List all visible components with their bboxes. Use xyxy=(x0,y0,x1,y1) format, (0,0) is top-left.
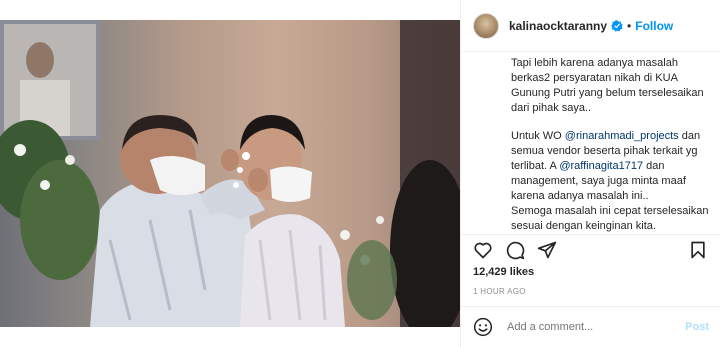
heart-icon[interactable] xyxy=(473,240,493,260)
follow-button[interactable]: Follow xyxy=(635,19,673,33)
post-photo-illustration xyxy=(0,20,460,327)
mention-link-rinarahmadi[interactable]: @rinarahmadi_projects xyxy=(565,130,679,142)
comment-icon[interactable] xyxy=(505,240,525,260)
post-caption: Tapi lebih karena adanya masalah berkas2… xyxy=(511,56,719,234)
mention-link-raffinagita[interactable]: @raffinagita1717 xyxy=(559,160,643,172)
username-link[interactable]: kalinaocktaranny xyxy=(509,19,607,33)
save-button[interactable] xyxy=(688,240,708,260)
caption-paragraph-1: Tapi lebih karena adanya masalah berkas2… xyxy=(511,57,704,114)
comment-box: Post xyxy=(461,306,720,347)
actions-divider xyxy=(461,234,720,235)
share-icon[interactable] xyxy=(537,240,557,260)
likes-count[interactable]: 12,429 likes xyxy=(473,266,534,278)
post-sidebar: kalinaocktaranny • Follow Tapi lebih kar… xyxy=(460,0,720,347)
post-timestamp[interactable]: 1 HOUR AGO xyxy=(473,287,526,296)
post-comment-button[interactable]: Post xyxy=(685,321,709,333)
bookmark-icon[interactable] xyxy=(688,240,708,260)
emoji-button[interactable] xyxy=(473,317,493,337)
caption-paragraph-2: Untuk WO @rinarahmadi_projects dan semua… xyxy=(511,129,719,204)
caption-paragraph-3: Semoga masalah ini cepat terselesaikan s… xyxy=(511,205,709,232)
caption-text: Untuk WO xyxy=(511,130,565,142)
verified-badge-icon xyxy=(611,19,623,32)
header-separator: • xyxy=(627,18,632,33)
action-bar xyxy=(473,240,557,260)
post-header: kalinaocktaranny • Follow xyxy=(461,0,720,52)
comment-input[interactable] xyxy=(507,321,686,333)
emoji-icon xyxy=(473,317,493,337)
post-photo[interactable] xyxy=(0,20,460,327)
avatar[interactable] xyxy=(473,12,499,39)
